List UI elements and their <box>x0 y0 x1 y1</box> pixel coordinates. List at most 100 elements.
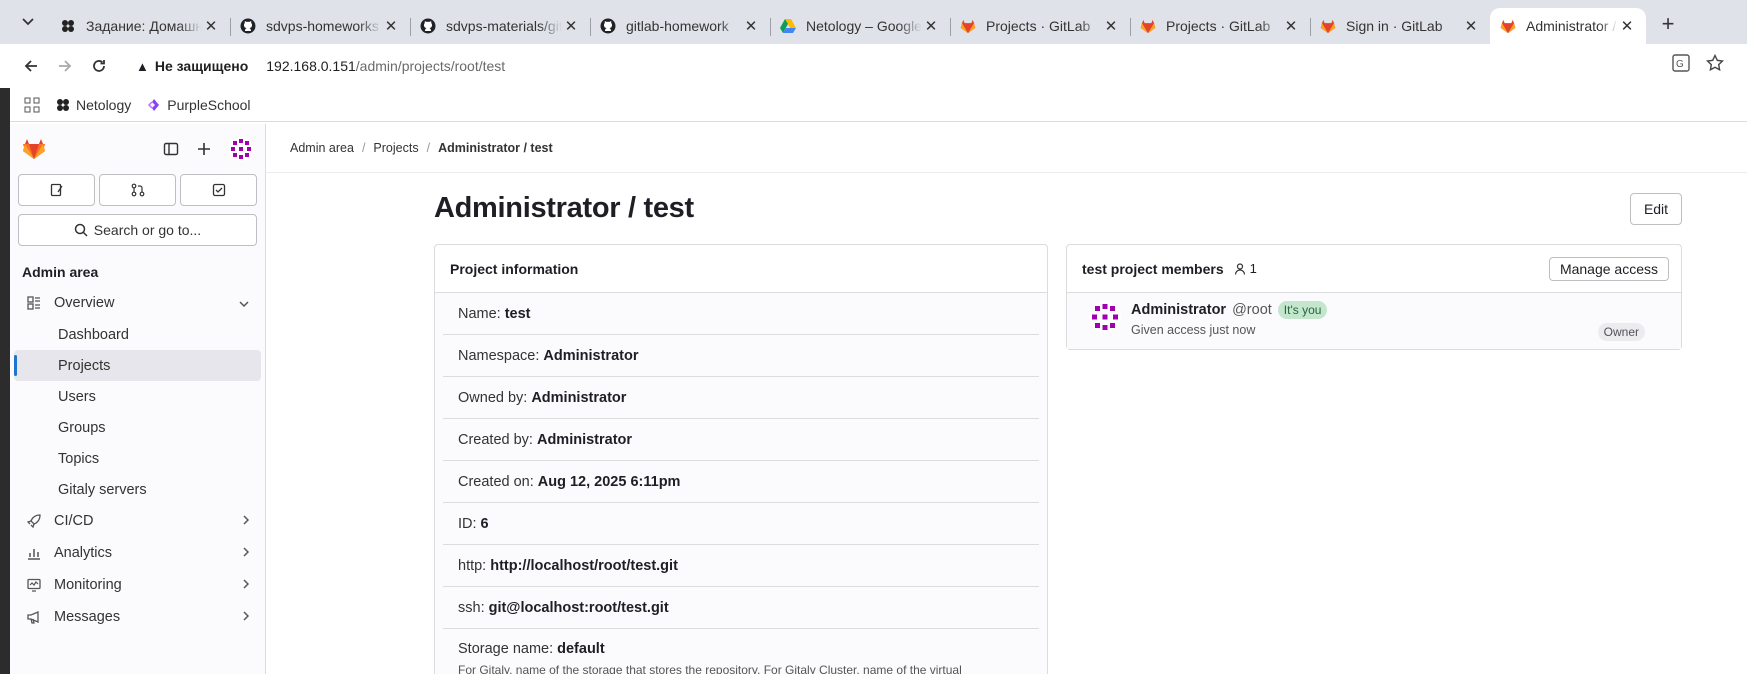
apps-grid-icon[interactable] <box>24 97 40 113</box>
search-icon <box>74 223 88 237</box>
close-tab-icon[interactable]: ✕ <box>1282 17 1300 35</box>
sidebar-item-label: Gitaly servers <box>58 481 147 498</box>
project-info-row: Name: test <box>443 293 1039 335</box>
sidebar-item-gitaly-servers[interactable]: Gitaly servers <box>14 474 261 505</box>
sidebar-item-label: Messages <box>54 609 121 625</box>
sidebar-item-overview[interactable]: Overview <box>14 286 261 319</box>
sidebar-item-groups[interactable]: Groups <box>14 412 261 443</box>
project-information-card: Project information Name: test Namespace: A… <box>434 244 1048 674</box>
info-value: http://localhost/root/test.git <box>490 557 678 574</box>
browser-tab[interactable]: Sign in · GitLab ✕ <box>1310 8 1490 44</box>
todos-counter-button[interactable] <box>180 174 257 206</box>
info-label: Storage name: <box>458 641 554 657</box>
netology-icon <box>60 18 76 34</box>
sidebar-item-users[interactable]: Users <box>14 381 261 412</box>
bookmarks-bar: Netology PurpleSchool <box>0 88 1747 122</box>
info-label: Name: <box>458 305 501 322</box>
search-button[interactable]: Search or go to... <box>18 214 257 246</box>
chevron-right-icon <box>243 610 250 624</box>
tab-title: Netology – Google Drive <box>806 18 922 34</box>
close-tab-icon[interactable]: ✕ <box>1462 17 1480 35</box>
chevron-right-icon <box>243 546 250 560</box>
sidebar-item-ci-cd[interactable]: CI/CD <box>14 505 261 537</box>
sidebar-item-topics[interactable]: Topics <box>14 443 261 474</box>
drive-icon <box>780 18 796 34</box>
sidebar-item-projects[interactable]: Projects <box>14 350 261 381</box>
github-icon <box>240 18 256 34</box>
bookmark-star-icon[interactable] <box>1706 54 1724 72</box>
url-path: /admin/projects/root/test <box>355 58 506 74</box>
close-tab-icon[interactable]: ✕ <box>382 17 400 35</box>
page-title: Administrator / test <box>434 192 694 224</box>
issues-counter-button[interactable] <box>18 174 95 206</box>
manage-access-button[interactable]: Manage access <box>1548 256 1669 281</box>
browser-tab[interactable]: gitlab-homework ✕ <box>590 8 771 44</box>
members-count: 1 <box>1234 261 1257 276</box>
new-tab-button[interactable]: + <box>1652 8 1684 40</box>
main-content: Admin area / Projects / Administrator / … <box>266 124 1747 674</box>
github-icon <box>420 18 436 34</box>
browser-tab[interactable]: Administrator / test✕ <box>1490 8 1646 44</box>
close-tab-icon[interactable]: ✕ <box>742 17 760 35</box>
project-info-row: Namespace: Administrator <box>443 335 1039 377</box>
avatar[interactable] <box>229 137 253 161</box>
sidebar-item-monitoring[interactable]: Monitoring <box>14 569 261 601</box>
arrow-right-icon <box>59 60 72 72</box>
reload-button[interactable] <box>82 49 116 83</box>
forward-button[interactable] <box>48 49 82 83</box>
sidebar-item-label: Dashboard <box>58 326 129 343</box>
member-avatar[interactable] <box>1089 301 1121 333</box>
sidebar-toggle-icon[interactable] <box>163 141 179 157</box>
svg-text:G: G <box>1676 59 1684 70</box>
security-label[interactable]: Не защищено <box>155 58 248 74</box>
translate-icon[interactable]: G <box>1672 54 1690 72</box>
browser-tab[interactable]: sdvps-homeworks ✕ <box>230 8 411 44</box>
gitlab-icon <box>1320 18 1336 34</box>
close-tab-icon[interactable]: ✕ <box>202 17 220 35</box>
edit-button[interactable]: Edit <box>1630 193 1682 225</box>
sidebar-item-label: Groups <box>58 419 106 436</box>
sidebar-item-analytics[interactable]: Analytics <box>14 537 261 569</box>
tab-title: gitlab-homework <box>626 18 729 34</box>
bookmark-purpleschool[interactable]: PurpleSchool <box>147 97 251 113</box>
member-name[interactable]: Administrator <box>1131 302 1226 318</box>
user-icon <box>1234 262 1245 275</box>
close-tab-icon[interactable]: ✕ <box>1618 17 1636 35</box>
info-value: Administrator <box>531 389 627 406</box>
back-button[interactable] <box>14 49 48 83</box>
breadcrumb-separator: / <box>361 141 366 155</box>
sidebar-item-label: Topics <box>58 450 100 467</box>
url-host: 192.168.0.151 <box>266 58 356 74</box>
chevron-down-icon <box>22 18 34 26</box>
breadcrumb-projects[interactable]: Projects <box>373 141 418 155</box>
close-tab-icon[interactable]: ✕ <box>1102 17 1120 35</box>
sidebar-item-messages[interactable]: Messages <box>14 601 261 633</box>
address-bar[interactable]: ▲ Не защищено 192.168.0.151/admin/projec… <box>120 48 1740 84</box>
project-info-row: http: http://localhost/root/test.git <box>443 545 1039 587</box>
info-value: Administrator <box>536 431 633 448</box>
browser-tab[interactable]: Projects · GitLab ✕ <box>950 8 1131 44</box>
sidebar-item-dashboard[interactable]: Dashboard <box>14 319 261 350</box>
members-count-value: 1 <box>1249 261 1257 276</box>
close-tab-icon[interactable]: ✕ <box>922 17 940 35</box>
breadcrumb-admin-area[interactable]: Admin area <box>290 141 354 155</box>
project-info-row: Owned by: Administrator <box>443 377 1039 419</box>
bookmark-netology[interactable]: Netology <box>56 97 131 113</box>
merge-requests-counter-button[interactable] <box>99 174 176 206</box>
browser-tab[interactable]: sdvps-materials/gitlab✕ <box>410 8 591 44</box>
not-secure-icon[interactable]: ▲ <box>136 59 149 74</box>
browser-tab[interactable]: Задание: Домашнее задание✕ <box>50 8 231 44</box>
info-label: Owned by: <box>458 389 528 406</box>
browser-tab[interactable]: Projects · GitLab ✕ <box>1130 8 1311 44</box>
monitor-icon <box>26 578 42 592</box>
info-label: ssh: <box>458 599 485 616</box>
tab-search-button[interactable] <box>16 10 40 34</box>
browser-tab[interactable]: Netology – Google Drive✕ <box>770 8 951 44</box>
plus-icon[interactable] <box>197 142 211 156</box>
project-info-row: ID: 6 <box>443 503 1039 545</box>
info-value: Aug 12, 2025 6:11pm <box>537 473 681 490</box>
close-tab-icon[interactable]: ✕ <box>562 17 580 35</box>
breadcrumb-current[interactable]: Administrator / test <box>438 141 553 155</box>
gitlab-icon <box>960 18 976 34</box>
gitlab-logo-icon[interactable] <box>22 138 46 160</box>
